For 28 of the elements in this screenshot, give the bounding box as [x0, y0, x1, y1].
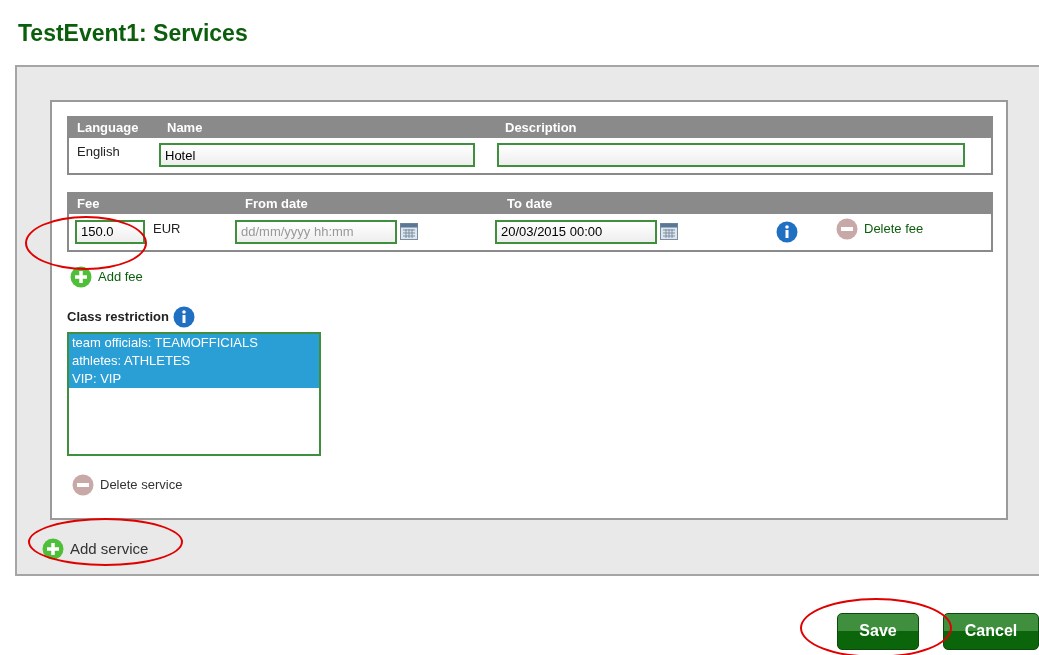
- info-icon: [172, 306, 195, 328]
- column-header: Language: [77, 119, 139, 135]
- minus-icon: [836, 217, 858, 240]
- delete-service-link[interactable]: Delete service: [72, 474, 183, 496]
- calendar-icon[interactable]: [660, 223, 678, 240]
- from-date-field[interactable]: dd/mm/yyyy hh:mm: [235, 219, 397, 244]
- add-fee-link[interactable]: Add fee: [70, 265, 143, 288]
- column-header: Fee: [77, 195, 100, 211]
- delete-fee-link[interactable]: Delete fee: [836, 213, 924, 240]
- info-icon: [776, 220, 798, 243]
- to-date-field[interactable]: 20/03/2015 00:00: [495, 219, 657, 244]
- field-label: Class restriction: [67, 308, 169, 327]
- column-header: From date: [245, 195, 308, 211]
- add-service-link[interactable]: Add service: [42, 537, 149, 560]
- save-button[interactable]: Save: [837, 612, 919, 650]
- fee-field[interactable]: 150.0: [75, 219, 145, 244]
- minus-icon: [72, 474, 94, 496]
- currency-text: EUR: [152, 219, 182, 238]
- calendar-icon[interactable]: [400, 223, 418, 240]
- page-title: TestEvent1: Services: [18, 19, 249, 48]
- cancel-button[interactable]: Cancel: [943, 612, 1039, 650]
- language-text: English: [77, 143, 120, 159]
- plus-icon: [42, 537, 64, 560]
- name-field[interactable]: Hotel: [159, 143, 475, 167]
- column-header: Name: [167, 119, 203, 135]
- description-field[interactable]: [497, 143, 965, 167]
- column-header: Description: [505, 119, 577, 135]
- column-header: To date: [507, 195, 553, 211]
